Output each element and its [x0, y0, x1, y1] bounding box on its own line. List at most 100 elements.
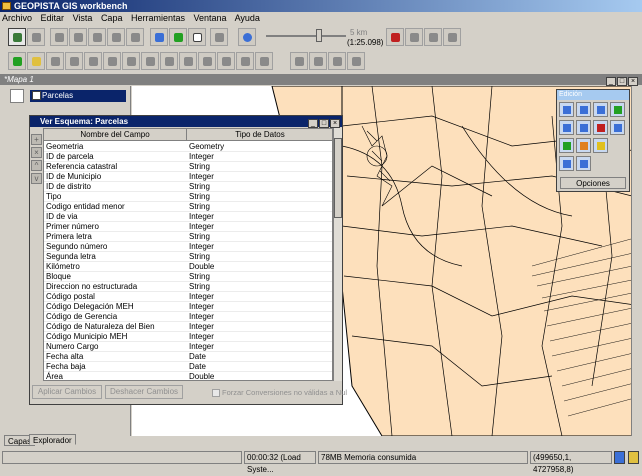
field-name-cell[interactable]: Codigo entidad menor [46, 202, 125, 212]
zoom-out-button[interactable] [69, 28, 87, 46]
field-name-cell[interactable]: Primera letra [46, 232, 92, 242]
field-type-cell[interactable]: String [189, 192, 210, 202]
scale-slider-knob[interactable] [316, 29, 322, 42]
tool-button-10[interactable] [179, 52, 197, 70]
tool-button-9[interactable] [160, 52, 178, 70]
field-type-cell[interactable]: Double [189, 262, 214, 272]
zoom-layer-button[interactable] [107, 28, 125, 46]
layer-visibility-checkbox[interactable] [32, 91, 41, 100]
edit-select-button[interactable] [559, 102, 574, 117]
split-button[interactable] [593, 138, 608, 153]
table-row[interactable]: Código de Naturaleza del Bien Integer [44, 322, 332, 332]
field-type-cell[interactable]: Integer [189, 292, 214, 302]
field-name-cell[interactable]: Bloque [46, 272, 71, 282]
new-layer-button[interactable] [8, 52, 26, 70]
field-name-cell[interactable]: Segundo número [46, 242, 107, 252]
tool-button-7[interactable] [122, 52, 140, 70]
table-row[interactable]: Código postal Integer [44, 292, 332, 302]
tool-button-5[interactable] [84, 52, 102, 70]
tool-button-15[interactable] [290, 52, 308, 70]
scale-button[interactable] [576, 156, 591, 171]
info-button[interactable] [188, 28, 206, 46]
edit-toggle-button[interactable] [386, 28, 404, 46]
table-row[interactable]: Bloque String [44, 272, 332, 282]
field-type-cell[interactable]: Integer [189, 212, 214, 222]
field-name-cell[interactable]: Primer número [46, 222, 99, 232]
tool-button-8[interactable] [141, 52, 159, 70]
field-type-cell[interactable]: String [189, 282, 210, 292]
field-name-cell[interactable]: Código postal [46, 292, 95, 302]
field-type-cell[interactable]: Integer [189, 312, 214, 322]
tool-button-11[interactable] [198, 52, 216, 70]
table-row[interactable]: Numero Cargo Integer [44, 342, 332, 352]
menu-herramientas[interactable]: Herramientas [131, 13, 185, 23]
table-row[interactable]: Segundo número Integer [44, 242, 332, 252]
field-type-cell[interactable]: String [189, 182, 210, 192]
tool-button-12[interactable] [217, 52, 235, 70]
table-row[interactable]: Geometria Geometry [44, 142, 332, 152]
table-row[interactable]: Fecha baja Date [44, 362, 332, 372]
table-row[interactable]: Primera letra String [44, 232, 332, 242]
map-vertical-scrollbar[interactable] [631, 86, 642, 436]
add-field-button[interactable]: + [31, 134, 42, 145]
field-name-cell[interactable]: Área [46, 372, 63, 380]
edit-move-vertex-button[interactable] [576, 102, 591, 117]
table-row[interactable]: Fecha alta Date [44, 352, 332, 362]
layer-item-parcelas[interactable]: Parcelas [30, 90, 126, 102]
menu-ayuda[interactable]: Ayuda [235, 13, 260, 23]
schema-close-button[interactable]: × [330, 119, 340, 128]
undo-changes-button[interactable]: Deshacer Cambios [105, 385, 183, 399]
edit-delete-button[interactable] [593, 102, 608, 117]
field-name-cell[interactable]: Direccion no estructurada [46, 282, 137, 292]
field-name-cell[interactable]: Código Municipio MEH [46, 332, 127, 342]
table-row[interactable]: Referencia catastral String [44, 162, 332, 172]
field-type-cell[interactable]: Double [189, 372, 214, 380]
field-name-cell[interactable]: Kilómetro [46, 262, 80, 272]
menu-capa[interactable]: Capa [101, 13, 123, 23]
table-row[interactable]: Kilómetro Double [44, 262, 332, 272]
zoom-previous-button[interactable] [126, 28, 144, 46]
field-type-cell[interactable]: Integer [189, 152, 214, 162]
rotate-button[interactable] [559, 156, 574, 171]
open-button[interactable] [27, 52, 45, 70]
tool-button-16[interactable] [309, 52, 327, 70]
tool-button-4[interactable] [65, 52, 83, 70]
zoom-in-button[interactable] [50, 28, 68, 46]
snap-button[interactable] [576, 138, 591, 153]
field-type-cell[interactable]: String [189, 232, 210, 242]
table-row[interactable]: ID de via Integer [44, 212, 332, 222]
menu-archivo[interactable]: Archivo [2, 13, 32, 23]
field-type-cell[interactable]: String [189, 252, 210, 262]
field-name-cell[interactable]: ID de parcela [46, 152, 94, 162]
table-row[interactable]: Direccion no estructurada String [44, 282, 332, 292]
delete-field-button[interactable]: × [31, 147, 42, 158]
draw-line-button[interactable] [559, 120, 574, 135]
field-type-cell[interactable]: String [189, 162, 210, 172]
table-row[interactable]: Codigo entidad menor String [44, 202, 332, 212]
options-button[interactable]: Opciones [560, 177, 626, 189]
table-row[interactable]: ID de distrito String [44, 182, 332, 192]
column-header-type[interactable]: Tipo de Datos [187, 129, 332, 141]
tool-button-3[interactable] [46, 52, 64, 70]
field-name-cell[interactable]: Fecha baja [46, 362, 86, 372]
field-type-cell[interactable]: Integer [189, 222, 214, 232]
tool-button-17[interactable] [328, 52, 346, 70]
field-name-cell[interactable]: Numero Cargo [46, 342, 98, 352]
tab-explorador[interactable]: Explorador [29, 434, 76, 445]
draw-line-3-button[interactable] [610, 120, 625, 135]
force-conversion-checkbox[interactable] [212, 389, 220, 397]
field-name-cell[interactable]: Código Delegación MEH [46, 302, 134, 312]
tool-button-6[interactable] [103, 52, 121, 70]
field-name-cell[interactable]: Fecha alta [46, 352, 83, 362]
disabled-tool-button[interactable] [405, 28, 423, 46]
field-type-cell[interactable]: Integer [189, 332, 214, 342]
pointer-tool-button[interactable] [8, 28, 26, 46]
schema-minimize-button[interactable]: _ [308, 119, 318, 128]
column-header-name[interactable]: Nombre del Campo [44, 129, 187, 141]
table-row[interactable]: ID de Municipio Integer [44, 172, 332, 182]
pan-tool-button[interactable] [27, 28, 45, 46]
field-name-cell[interactable]: Geometria [46, 142, 83, 152]
table-row[interactable]: Tipo String [44, 192, 332, 202]
field-type-cell[interactable]: Integer [189, 302, 214, 312]
maximize-button[interactable]: □ [617, 77, 627, 86]
